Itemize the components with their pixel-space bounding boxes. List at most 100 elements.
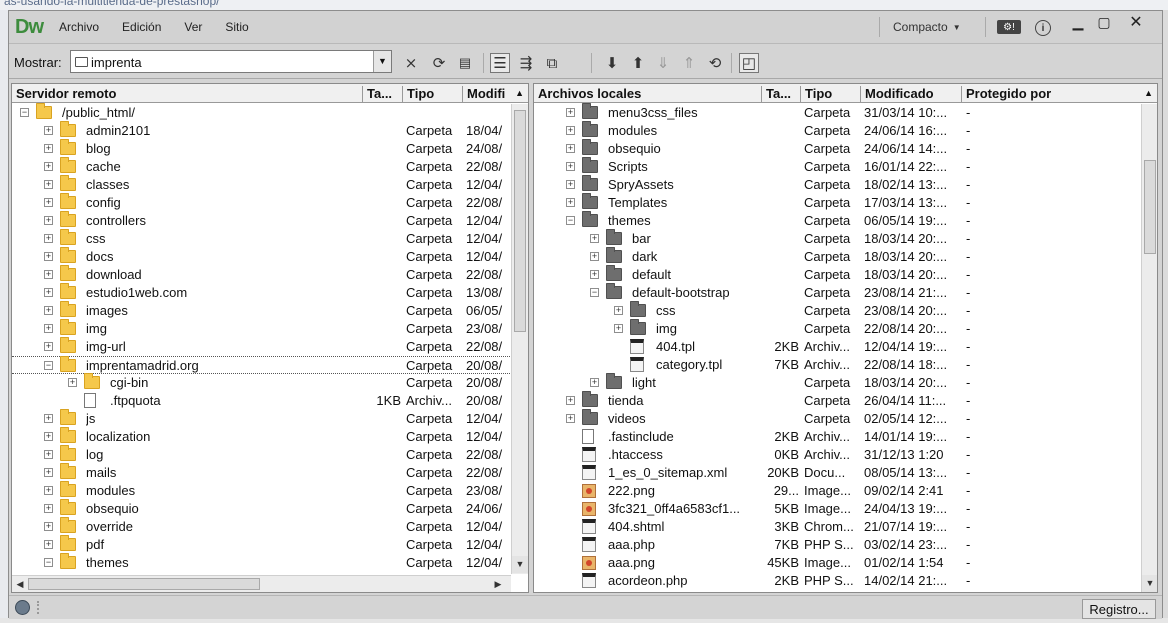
folder-row[interactable]: + SpryAssets Carpeta 18/02/14 13:... - [534,175,1157,194]
refresh-icon[interactable]: ⟳ [429,53,449,73]
collapse-icon[interactable]: − [590,288,599,297]
expand-icon[interactable]: + [44,180,53,189]
expand-icon[interactable]: + [566,396,575,405]
folder-row[interactable]: + pdf Carpeta 12/04/ [12,535,528,554]
file-row[interactable]: aaa.php 7KB PHP S... 03/02/14 23:... - [534,536,1157,554]
expand-icon[interactable]: ⧉ [542,53,562,73]
file-row[interactable]: category.tpl 7KB Archiv... 22/08/14 18:... - [534,356,1157,374]
log-button[interactable]: Registro... [1082,599,1156,619]
menu-sitio[interactable]: Sitio [225,20,248,34]
collapse-panel-icon[interactable]: ◰ [739,53,759,73]
col-checked-out-by[interactable]: Protegido por [962,86,1142,103]
folder-row[interactable]: + default Carpeta 18/03/14 20:... - [534,265,1157,284]
expand-icon[interactable]: + [44,450,53,459]
expand-icon[interactable]: + [614,306,623,315]
file-row[interactable]: .ftpquota 1KB Archiv... 20/08/ [12,392,528,410]
scrollbar-thumb[interactable] [514,110,526,332]
folder-row[interactable]: + light Carpeta 18/03/14 20:... - [534,373,1157,392]
file-row[interactable]: 404.tpl 2KB Archiv... 12/04/14 19:... - [534,338,1157,356]
check-out-icon[interactable]: ⇓ [653,53,673,73]
folder-row[interactable]: − themes Carpeta 06/05/14 19:... - [534,211,1157,230]
expand-icon[interactable]: + [44,414,53,423]
folder-row[interactable]: + download Carpeta 22/08/ [12,265,528,284]
expand-icon[interactable]: + [44,234,53,243]
folder-row[interactable]: + menu3css_files Carpeta 31/03/14 10:... - [534,103,1157,122]
scroll-up-icon[interactable]: ▲ [1144,88,1153,98]
file-row[interactable]: acordeon.php 2KB PHP S... 14/02/14 21:... - [534,572,1157,590]
folder-row[interactable]: + img Carpeta 23/08/ [12,319,528,338]
folder-row[interactable]: + css Carpeta 23/08/14 20:... - [534,301,1157,320]
folder-row[interactable]: + log Carpeta 22/08/ [12,445,528,464]
expand-icon[interactable]: + [44,306,53,315]
folder-row[interactable]: + override Carpeta 12/04/ [12,517,528,536]
sync-icon[interactable]: ⇶ [516,53,536,73]
expand-icon[interactable]: + [44,540,53,549]
col-local-files[interactable]: Archivos locales [534,86,762,103]
expand-icon[interactable]: + [566,414,575,423]
info-icon[interactable]: i [1035,20,1051,36]
scrollbar-thumb[interactable] [28,578,260,590]
expand-icon[interactable]: + [590,252,599,261]
close-button[interactable]: ✕ [1123,13,1149,31]
expand-icon[interactable]: + [44,324,53,333]
scroll-right-icon[interactable]: ▶ [490,576,506,592]
folder-row[interactable]: + admin2101 Carpeta 18/04/ [12,121,528,140]
folder-row[interactable]: + mails Carpeta 22/08/ [12,463,528,482]
menu-ver[interactable]: Ver [184,20,202,34]
expand-icon[interactable]: + [566,144,575,153]
expand-icon[interactable]: + [566,126,575,135]
expand-icon[interactable]: + [566,180,575,189]
file-row[interactable]: .htaccess 0KB Archiv... 31/12/13 1:20 - [534,446,1157,464]
folder-row[interactable]: + css Carpeta 12/04/ [12,229,528,248]
expand-icon[interactable]: + [566,162,575,171]
folder-row[interactable]: − default-bootstrap Carpeta 23/08/14 21:...… [534,283,1157,302]
folder-row[interactable]: + img-url Carpeta 22/08/ [12,337,528,356]
expand-icon[interactable]: + [44,270,53,279]
folder-row[interactable]: + Templates Carpeta 17/03/14 13:... - [534,193,1157,212]
collapse-icon[interactable]: − [44,361,53,370]
collapse-icon[interactable]: − [20,108,29,117]
expand-icon[interactable]: + [68,378,77,387]
scroll-left-icon[interactable]: ◀ [12,576,28,592]
folder-row[interactable]: + dark Carpeta 18/03/14 20:... - [534,247,1157,266]
expand-icon[interactable]: + [590,270,599,279]
minimize-button[interactable]: ▁ [1065,13,1091,31]
file-row[interactable]: 1_es_0_sitemap.xml 20KB Docu... 08/05/14 13… [534,464,1157,482]
chevron-down-icon[interactable]: ▼ [373,51,391,72]
file-row[interactable]: 404.shtml 3KB Chrom... 21/07/14 19:... - [534,518,1157,536]
folder-row[interactable]: + modules Carpeta 23/08/ [12,481,528,500]
remote-horizontal-scrollbar[interactable]: ◀ ▶ [12,575,511,592]
folder-row[interactable]: + cache Carpeta 22/08/ [12,157,528,176]
expand-icon[interactable]: + [44,162,53,171]
folder-row[interactable]: + obsequio Carpeta 24/06/ [12,499,528,518]
expand-icon[interactable]: + [44,198,53,207]
col-size[interactable]: Ta... [762,86,801,103]
folder-row[interactable]: + docs Carpeta 12/04/ [12,247,528,266]
expand-icon[interactable]: + [44,468,53,477]
expand-icon[interactable]: + [590,378,599,387]
col-type[interactable]: Tipo [403,86,463,103]
view-log-icon[interactable]: ▤ [455,53,475,73]
maximize-button[interactable]: ▢ [1091,13,1117,31]
expand-icon[interactable]: + [44,522,53,531]
disconnect-icon[interactable]: ⨯ [401,53,421,73]
workspace-switcher[interactable]: Compacto ▼ [893,20,961,34]
folder-row[interactable]: + blog Carpeta 24/08/ [12,139,528,158]
menu-edicion[interactable]: Edición [122,20,161,34]
local-vertical-scrollbar[interactable]: ▼ [1141,104,1157,592]
col-size[interactable]: Ta... [363,86,403,103]
gear-icon[interactable]: ⚙! [997,20,1021,34]
expand-icon[interactable]: + [44,216,53,225]
expand-icon[interactable]: + [590,234,599,243]
collapse-icon[interactable]: − [566,216,575,225]
file-row[interactable]: aaa.png 45KB Image... 01/02/14 1:54 - [534,554,1157,572]
folder-row[interactable]: + config Carpeta 22/08/ [12,193,528,212]
expand-icon[interactable]: + [44,342,53,351]
synchronize-icon[interactable]: ⟲ [705,53,725,73]
col-remote-server[interactable]: Servidor remoto [12,86,363,103]
folder-row[interactable]: + classes Carpeta 12/04/ [12,175,528,194]
resize-grip[interactable] [37,601,47,614]
folder-row[interactable]: + estudio1web.com Carpeta 13/08/ [12,283,528,302]
expand-icon[interactable]: + [44,144,53,153]
expand-icon[interactable]: + [566,108,575,117]
